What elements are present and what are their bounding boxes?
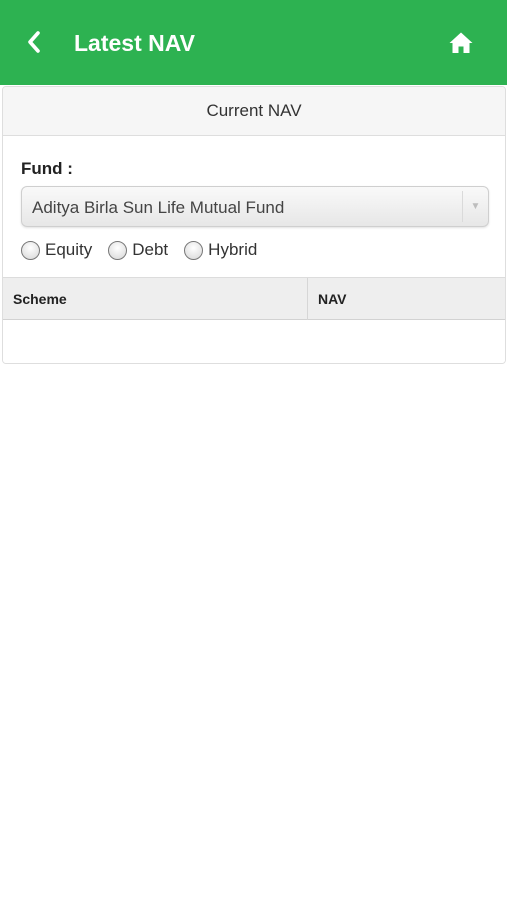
page-title: Latest NAV xyxy=(74,30,195,56)
radio-label-debt: Debt xyxy=(132,240,169,259)
fund-select[interactable]: Aditya Birla Sun Life Mutual Fund ▼ xyxy=(21,186,489,227)
fund-select-value: Aditya Birla Sun Life Mutual Fund xyxy=(32,198,285,217)
radio-circle[interactable] xyxy=(184,240,204,260)
triangle-down-icon: ▼ xyxy=(462,191,488,222)
column-header-nav: NAV xyxy=(318,291,347,307)
fund-label: Fund : xyxy=(21,159,73,178)
radio-circle[interactable] xyxy=(21,240,40,260)
card-title: Current NAV xyxy=(3,87,505,136)
radio-label-hybrid: Hybrid xyxy=(208,240,258,259)
home-button[interactable] xyxy=(446,29,476,57)
column-header-scheme: Scheme xyxy=(3,278,308,320)
radio-debt[interactable]: Debt xyxy=(108,240,168,260)
radio-circle[interactable] xyxy=(108,240,128,260)
back-button[interactable] xyxy=(20,26,48,58)
radio-label-equity: Equity xyxy=(45,240,93,259)
radio-equity[interactable]: Equity xyxy=(21,240,92,260)
nav-table-body xyxy=(3,320,505,363)
home-icon xyxy=(449,32,473,53)
category-radio-group: Equity Debt Hybrid xyxy=(21,237,273,263)
nav-table-header: Scheme NAV xyxy=(3,277,505,320)
radio-hybrid[interactable]: Hybrid xyxy=(184,240,257,260)
chevron-left-icon xyxy=(28,31,40,53)
nav-card: Current NAV Fund : Aditya Birla Sun Life… xyxy=(2,86,506,364)
app-header: Latest NAV xyxy=(0,0,507,85)
